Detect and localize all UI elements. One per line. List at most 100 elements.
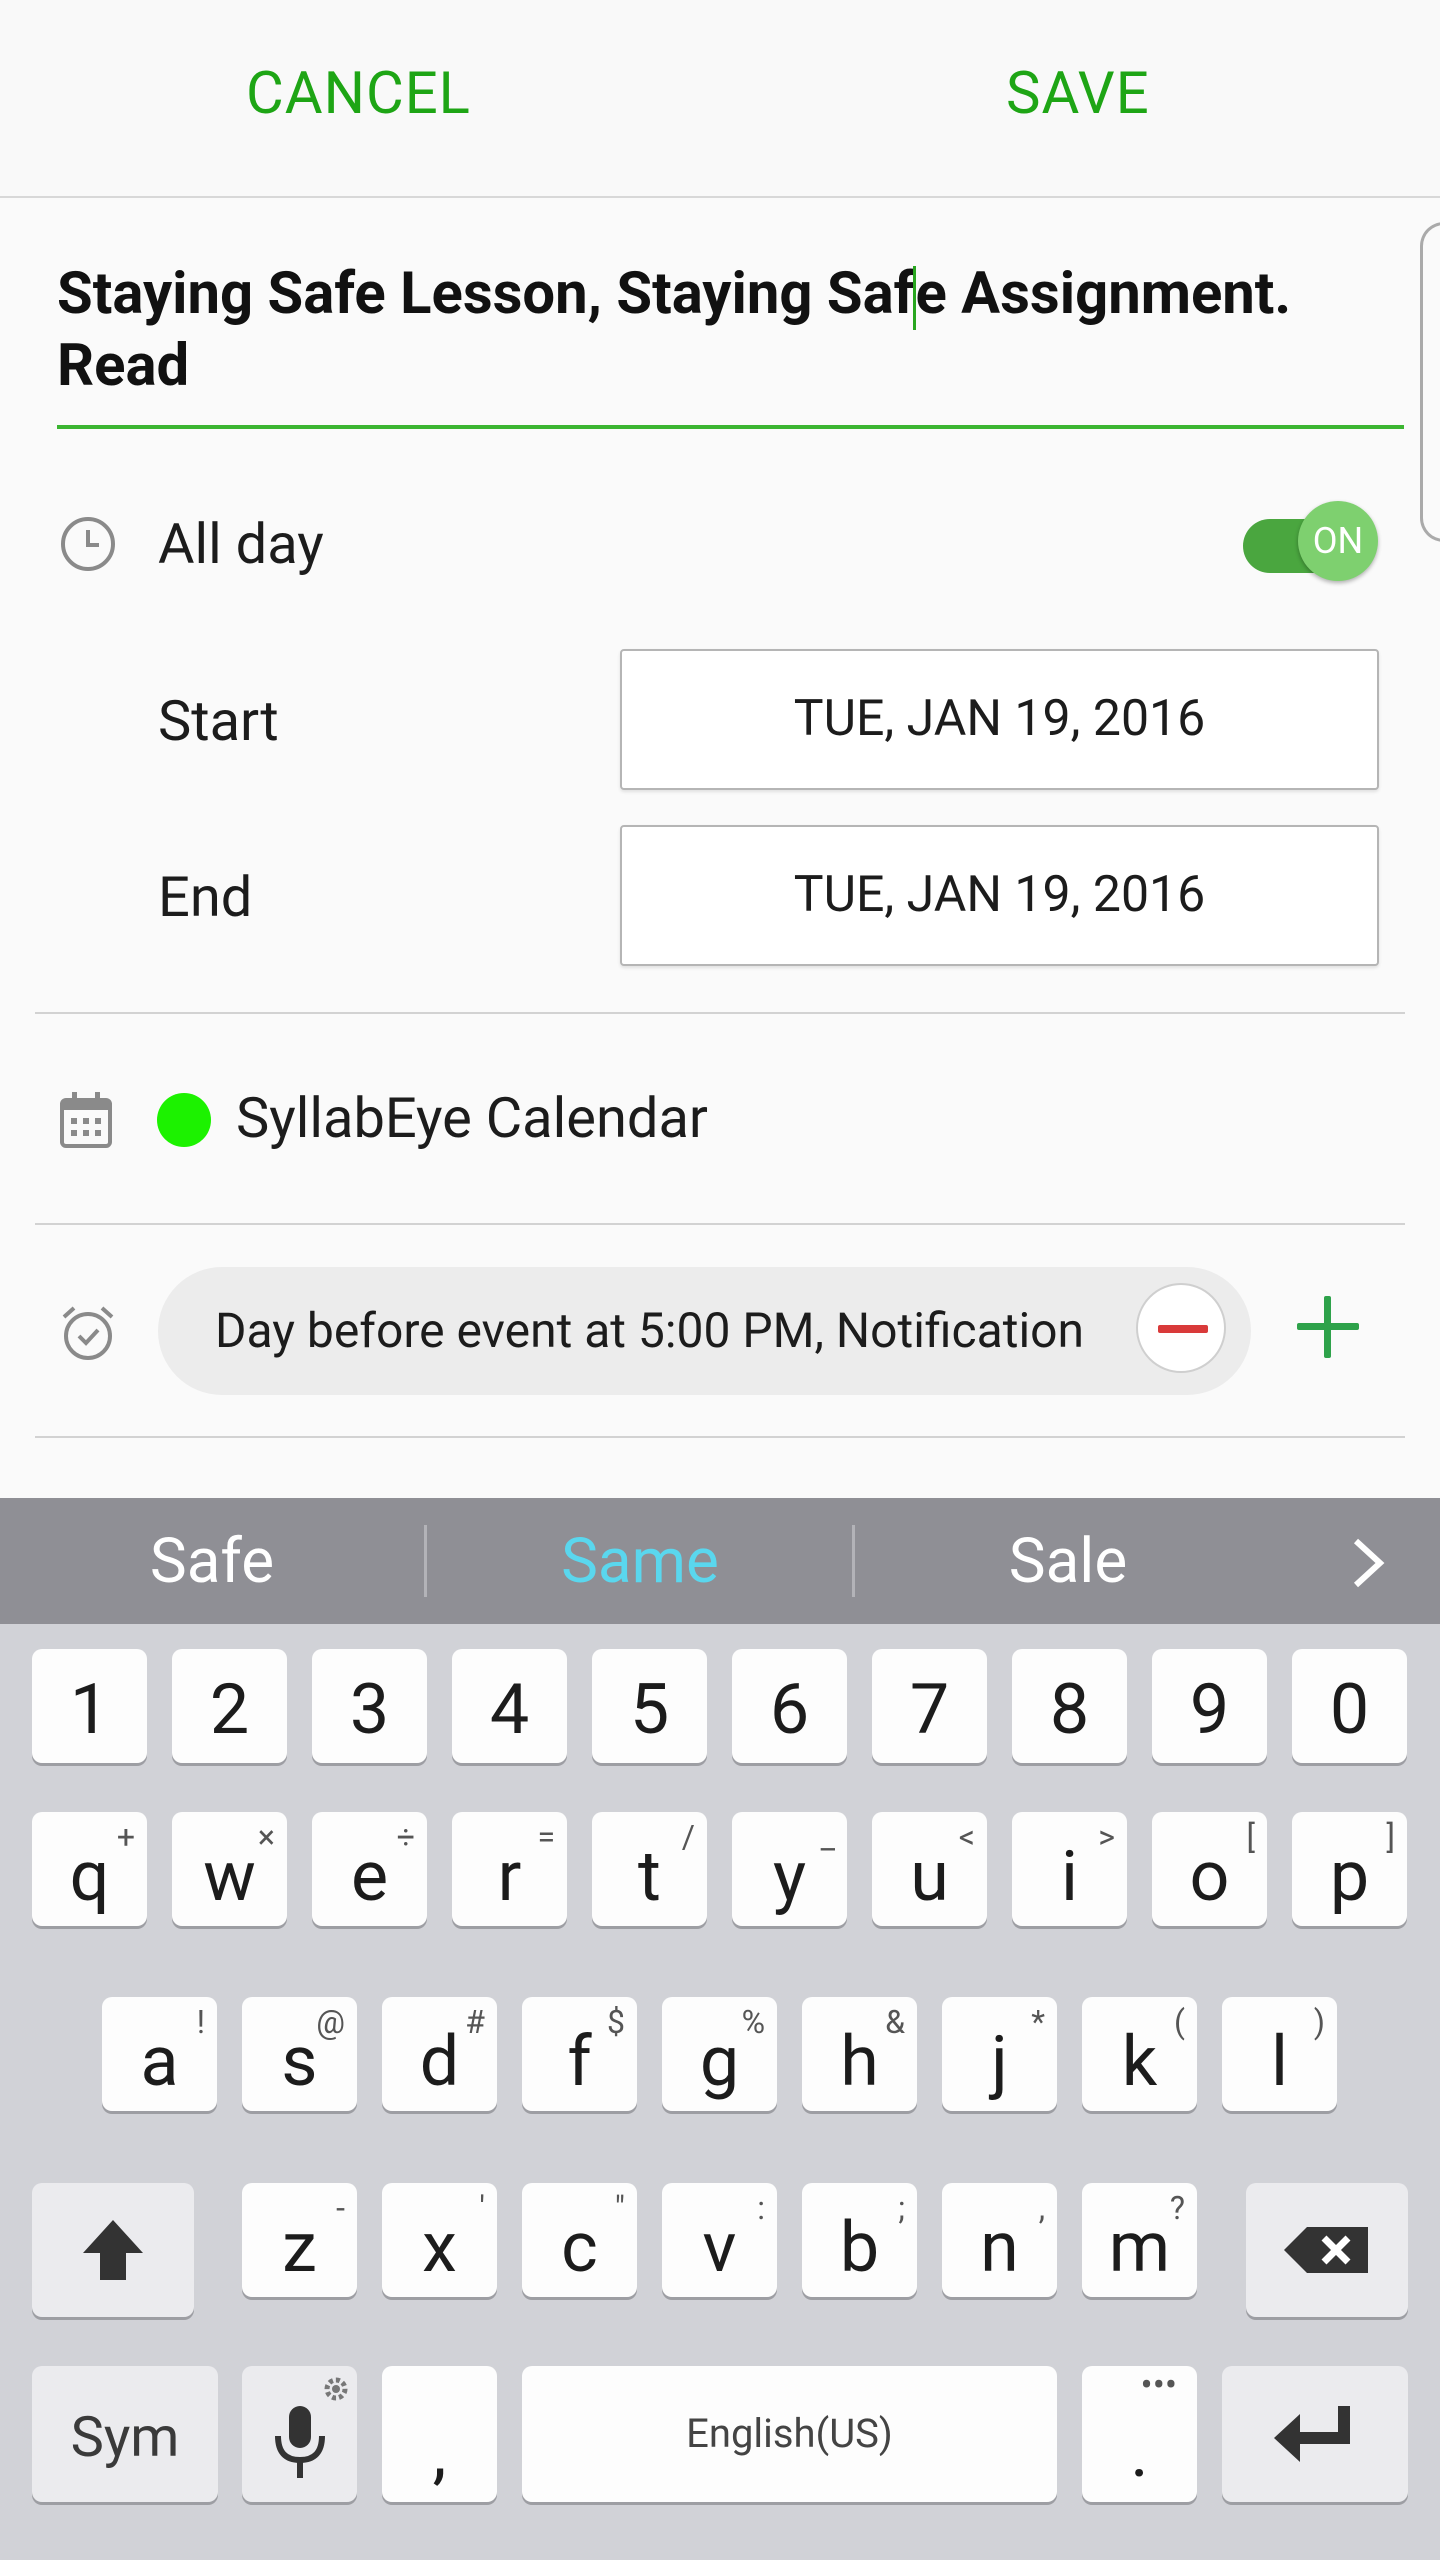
backspace-key[interactable]	[1246, 2183, 1408, 2317]
sym-key[interactable]: Sym	[32, 2366, 218, 2502]
key-g[interactable]: % g	[662, 1997, 777, 2111]
enter-icon	[1274, 2406, 1350, 2462]
space-label: English(US)	[686, 2410, 893, 2457]
key-m[interactable]: ? m	[1082, 2183, 1197, 2297]
reminder-text: Day before event at 5:00 PM, Notificatio…	[215, 1302, 1084, 1359]
key-2[interactable]: 2	[172, 1649, 287, 1763]
key-z[interactable]: -z	[242, 2183, 357, 2297]
key-f[interactable]: $ f	[522, 1997, 637, 2111]
key-0[interactable]: 0	[1292, 1649, 1407, 1763]
comma-key[interactable]: ,	[382, 2366, 497, 2502]
divider	[35, 1012, 1405, 1014]
key-1[interactable]: 1	[32, 1649, 147, 1763]
ellipsis-hint: •••	[1140, 2364, 1177, 2406]
key-label: z	[282, 2207, 317, 2289]
key-label: w	[203, 1836, 256, 1918]
key-8[interactable]: 8	[1012, 1649, 1127, 1763]
settings-gear-icon	[324, 2377, 348, 2401]
sym-label: Sym	[70, 2404, 180, 2470]
key-q[interactable]: + q	[32, 1812, 147, 1926]
event-title-input[interactable]: Staying Safe Lesson, Staying Safe Assign…	[57, 258, 1407, 402]
key-label: o	[1189, 1836, 1230, 1918]
clock-icon	[61, 517, 115, 571]
key-label: s	[281, 2021, 318, 2103]
key-label: r	[497, 1836, 522, 1918]
shift-icon	[83, 2220, 143, 2280]
key-r[interactable]: = r	[452, 1812, 567, 1926]
key-label: y	[772, 1836, 807, 1918]
key-label: c	[561, 2207, 598, 2289]
key-k[interactable]: (k	[1082, 1997, 1197, 2111]
key-j[interactable]: * j	[942, 1997, 1057, 2111]
key-n[interactable]: ,n	[942, 2183, 1057, 2297]
voice-input-key[interactable]	[242, 2366, 357, 2502]
remove-reminder-button[interactable]	[1136, 1283, 1226, 1373]
key-c[interactable]: " c	[522, 2183, 637, 2297]
key-i[interactable]: > i	[1012, 1812, 1127, 1926]
suggestion-1[interactable]: Safe	[62, 1525, 362, 1598]
save-button[interactable]: SAVE	[1006, 60, 1150, 128]
edge-panel-handle[interactable]	[1420, 222, 1440, 542]
start-date-field[interactable]: TUE, JAN 19, 2016	[620, 649, 1379, 790]
title-text-before: Staying Safe Lesson, Staying Saf	[57, 260, 915, 328]
key-label: q	[69, 1836, 110, 1918]
key-6[interactable]: 6	[732, 1649, 847, 1763]
key-p[interactable]: ] p	[1292, 1812, 1407, 1926]
key-label: a	[140, 2021, 179, 2103]
key-a[interactable]: ! a	[102, 1997, 217, 2111]
key-label: e	[350, 1836, 389, 1918]
key-label: h	[840, 2021, 879, 2103]
suggestion-separator	[852, 1525, 855, 1597]
key-5[interactable]: 5	[592, 1649, 707, 1763]
key-3[interactable]: 3	[312, 1649, 427, 1763]
key-h[interactable]: & h	[802, 1997, 917, 2111]
key-4[interactable]: 4	[452, 1649, 567, 1763]
end-label: End	[158, 864, 253, 930]
key-label: u	[910, 1836, 949, 1918]
key-w[interactable]: × w	[172, 1812, 287, 1926]
key-s[interactable]: @ s	[242, 1997, 357, 2111]
key-label: 7	[909, 1669, 950, 1751]
key-label: j	[991, 2021, 1008, 2103]
calendar-name[interactable]: SyllabEye Calendar	[236, 1085, 708, 1151]
alarm-icon	[62, 1306, 114, 1360]
title-underline	[57, 425, 1404, 429]
suggestion-3[interactable]: Sale	[918, 1525, 1218, 1598]
key-t[interactable]: / t	[592, 1812, 707, 1926]
key-v[interactable]: :v	[662, 2183, 777, 2297]
key-x[interactable]: ' x	[382, 2183, 497, 2297]
chevron-right-icon[interactable]	[1350, 1537, 1386, 1589]
key-label: t	[638, 1836, 661, 1918]
period-key[interactable]: ••• .	[1082, 2364, 1197, 2502]
key-7[interactable]: 7	[872, 1649, 987, 1763]
end-date-field[interactable]: TUE, JAN 19, 2016	[620, 825, 1379, 966]
key-label: p	[1329, 1836, 1370, 1918]
key-u[interactable]: < u	[872, 1812, 987, 1926]
key-o[interactable]: [o	[1152, 1812, 1267, 1926]
key-e[interactable]: ÷ e	[312, 1812, 427, 1926]
key-label: i	[1060, 1836, 1079, 1918]
key-label: f	[567, 2021, 592, 2103]
key-b[interactable]: ; b	[802, 2183, 917, 2297]
space-key[interactable]: English(US)	[522, 2366, 1057, 2502]
enter-key[interactable]	[1222, 2366, 1408, 2502]
key-d[interactable]: # d	[382, 1997, 497, 2111]
calendar-color-dot	[157, 1093, 211, 1147]
key-label: k	[1121, 2021, 1158, 2103]
key-l[interactable]: ) l	[1222, 1997, 1337, 2111]
backspace-icon	[1284, 2227, 1368, 2273]
add-reminder-button[interactable]	[1297, 1296, 1359, 1358]
cancel-button[interactable]: CANCEL	[246, 60, 471, 128]
all-day-label: All day	[158, 511, 324, 577]
key-9[interactable]: 9	[1152, 1649, 1267, 1763]
calendar-icon	[60, 1092, 112, 1148]
key-label: g	[699, 2021, 740, 2103]
key-label: 3	[349, 1669, 390, 1751]
key-label: 8	[1049, 1669, 1090, 1751]
all-day-toggle[interactable]: ON	[1298, 501, 1378, 581]
shift-key[interactable]	[32, 2183, 194, 2317]
key-label: x	[422, 2207, 457, 2289]
divider	[35, 1223, 1405, 1225]
key-y[interactable]: _ y	[732, 1812, 847, 1926]
suggestion-2[interactable]: Same	[490, 1525, 790, 1598]
